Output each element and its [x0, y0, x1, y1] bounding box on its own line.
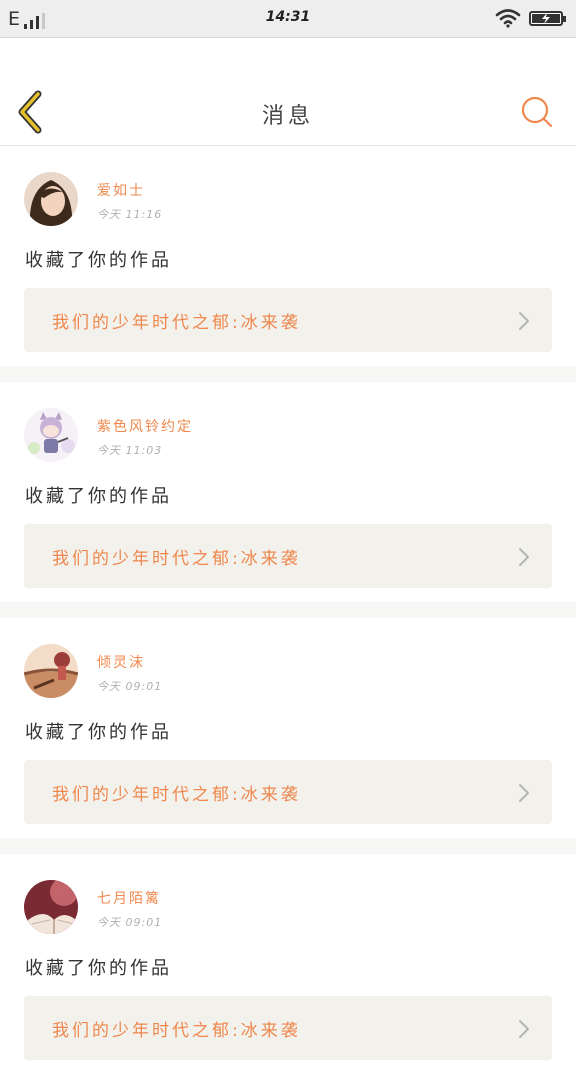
- message-text: 收藏了你的作品: [25, 486, 172, 507]
- message-text: 收藏了你的作品: [25, 958, 172, 979]
- work-title: 我们的少年时代之郁:冰来袭: [52, 548, 301, 569]
- avatar[interactable]: [24, 880, 78, 934]
- page-title: 消息: [261, 104, 314, 129]
- nav-bar: 消息: [0, 38, 576, 146]
- status-bar: E 14:31: [0, 0, 576, 38]
- work-link[interactable]: 我们的少年时代之郁:冰来袭: [24, 288, 552, 352]
- message-list: 爱如士 今天 11:16 收藏了你的作品 我们的少年时代之郁:冰来袭 紫色风铃约…: [0, 146, 576, 1074]
- work-title: 我们的少年时代之郁:冰来袭: [52, 784, 301, 805]
- avatar[interactable]: [24, 408, 78, 462]
- avatar[interactable]: [24, 644, 78, 698]
- work-link[interactable]: 我们的少年时代之郁:冰来袭: [24, 996, 552, 1060]
- chevron-right-icon: [519, 1020, 529, 1038]
- chevron-right-icon: [519, 312, 529, 330]
- work-link[interactable]: 我们的少年时代之郁:冰来袭: [24, 760, 552, 824]
- message-card: 紫色风铃约定 今天 11:03 收藏了你的作品 我们的少年时代之郁:冰来袭: [0, 382, 576, 602]
- chevron-right-icon: [519, 784, 529, 802]
- wifi-icon: [495, 9, 521, 28]
- message-time: 今天 11:03: [97, 444, 163, 457]
- clock: 14:31: [265, 9, 311, 25]
- user-name[interactable]: 紫色风铃约定: [97, 416, 193, 436]
- message-time: 今天 09:01: [97, 680, 163, 693]
- user-name[interactable]: 爱如士: [97, 180, 145, 200]
- message-time: 今天 09:01: [97, 916, 163, 929]
- message-card: 倾灵沫 今天 09:01 收藏了你的作品 我们的少年时代之郁:冰来袭: [0, 618, 576, 838]
- user-name[interactable]: 倾灵沫: [97, 652, 145, 672]
- message-text: 收藏了你的作品: [25, 250, 172, 271]
- message-card: 七月陌篱 今天 09:01 收藏了你的作品 我们的少年时代之郁:冰来袭: [0, 854, 576, 1074]
- battery-icon: [529, 10, 566, 26]
- message-time: 今天 11:16: [97, 208, 163, 221]
- chevron-right-icon: [519, 548, 529, 566]
- work-title: 我们的少年时代之郁:冰来袭: [52, 1020, 301, 1041]
- search-icon[interactable]: [520, 95, 554, 129]
- avatar[interactable]: [24, 172, 78, 226]
- message-card: 爱如士 今天 11:16 收藏了你的作品 我们的少年时代之郁:冰来袭: [0, 146, 576, 366]
- work-link[interactable]: 我们的少年时代之郁:冰来袭: [24, 524, 552, 588]
- user-name[interactable]: 七月陌篱: [97, 888, 161, 908]
- message-text: 收藏了你的作品: [25, 722, 172, 743]
- work-title: 我们的少年时代之郁:冰来袭: [52, 312, 301, 333]
